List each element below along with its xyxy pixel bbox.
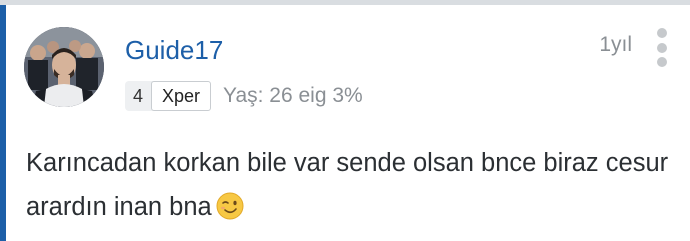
comment-body: Karıncadan korkan bile var sende olsan b… [26, 141, 676, 229]
timestamp: 1yıl [599, 33, 632, 56]
level-badge: 4 Xper [125, 81, 212, 111]
winking-face-icon [216, 192, 244, 220]
more-vertical-icon[interactable] [653, 28, 671, 68]
xper-tag: Xper [151, 81, 212, 111]
user-meta: Yaş: 26 eig 3% [223, 84, 363, 107]
avatar[interactable] [24, 27, 104, 107]
level-number: 4 [132, 86, 143, 106]
username-link[interactable]: Guide17 [125, 34, 223, 66]
card-top-border [0, 0, 690, 5]
comment-text: Karıncadan korkan bile var sende olsan b… [26, 149, 669, 221]
avatar-photo [24, 27, 104, 107]
comment-card: Guide17 1yıl 4 Xper Yaş: 26 eig 3% Karın… [0, 0, 690, 241]
card-accent-bar [0, 5, 6, 241]
